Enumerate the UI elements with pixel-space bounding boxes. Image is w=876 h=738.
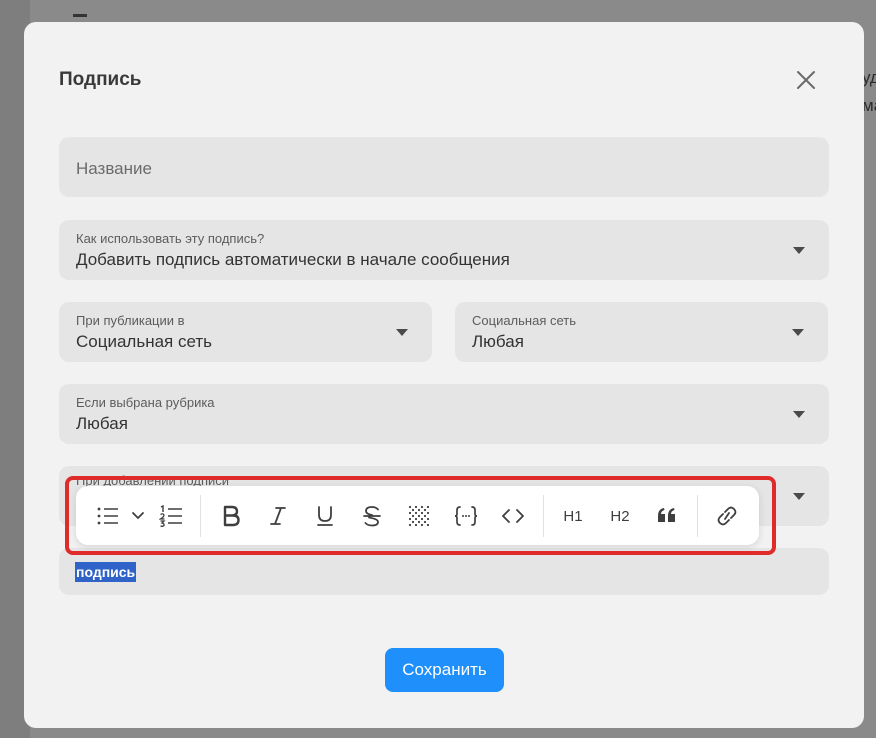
bold-icon [223,505,240,527]
chevron-down-icon [396,329,408,336]
link-icon [717,506,737,526]
numbered-list-button[interactable] [158,503,184,529]
chevron-down-icon [792,329,804,336]
save-button[interactable]: Сохранить [385,648,504,692]
quote-button[interactable] [655,503,679,529]
bullet-list-button[interactable] [95,503,121,529]
chevron-down-icon [132,512,144,520]
social-network-select[interactable]: Социальная сеть Любая [455,302,828,362]
usage-label: Как использовать эту подпись? [76,231,265,246]
underline-icon [317,506,333,526]
heading-2-label: H2 [610,507,630,525]
strikethrough-button[interactable] [360,503,384,529]
close-button[interactable] [794,68,818,92]
bullet-list-icon [97,507,118,525]
selected-text: подпись [75,562,137,582]
code-icon [502,509,524,523]
backdrop-mark [73,14,87,17]
variable-button[interactable] [452,503,480,529]
publish-in-value: Социальная сеть [76,332,212,351]
signature-modal: Подпись Название Как использовать эту по… [24,22,864,728]
spoiler-button[interactable] [407,503,431,529]
usage-select[interactable]: Как использовать эту подпись? Добавить п… [59,220,829,280]
spoiler-icon [408,505,430,527]
toolbar-separator [543,495,544,537]
list-type-dropdown[interactable] [130,503,146,529]
chevron-down-icon [793,247,805,254]
name-placeholder: Название [76,159,152,178]
chevron-down-icon [793,411,805,418]
strikethrough-icon [363,506,381,527]
bold-button[interactable] [219,503,243,529]
modal-title: Подпись [59,69,142,90]
code-button[interactable] [500,503,526,529]
backdrop-text-2: ма [862,96,876,115]
name-input[interactable]: Название [59,137,829,197]
signature-editor[interactable]: подпись [59,548,829,595]
toolbar-separator [697,495,698,537]
social-network-value: Любая [472,332,524,351]
toolbar-separator [200,495,201,537]
variable-icon [454,506,478,526]
backdrop-text-1: уд [862,68,876,87]
rubric-select[interactable]: Если выбрана рубрика Любая [59,384,829,444]
close-icon [797,71,815,89]
underline-button[interactable] [313,503,337,529]
link-button[interactable] [714,503,740,529]
formatting-toolbar: H1 H2 [76,486,759,545]
numbered-list-icon [159,505,182,527]
social-network-label: Социальная сеть [472,313,576,328]
rubric-label: Если выбрана рубрика [76,395,215,410]
heading-1-button[interactable]: H1 [560,503,586,529]
usage-value: Добавить подпись автоматически в начале … [76,250,510,269]
rubric-value: Любая [76,414,128,433]
quote-icon [658,508,675,522]
publish-in-select[interactable]: При публикации в Социальная сеть [59,302,432,362]
italic-icon [270,507,286,525]
chevron-down-icon [793,493,805,500]
heading-1-label: H1 [563,507,583,525]
italic-button[interactable] [266,503,290,529]
heading-2-button[interactable]: H2 [607,503,633,529]
publish-in-label: При публикации в [76,313,185,328]
